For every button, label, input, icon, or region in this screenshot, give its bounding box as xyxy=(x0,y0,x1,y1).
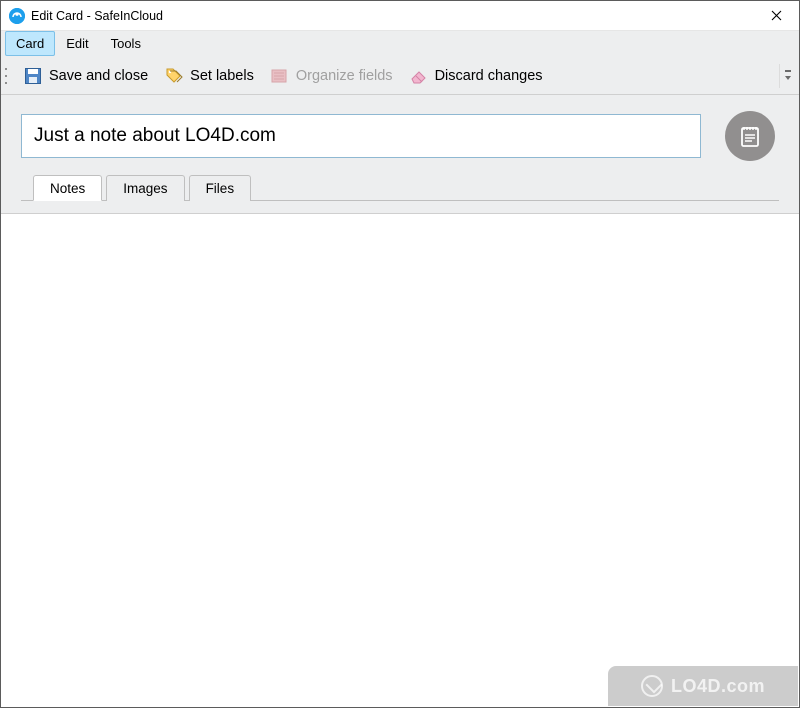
menubar: Card Edit Tools xyxy=(1,31,799,57)
toolbar-overflow-icon[interactable] xyxy=(779,64,793,88)
tab-notes[interactable]: Notes xyxy=(33,175,102,201)
titlebar-controls xyxy=(753,1,799,30)
header-panel: Notes Images Files xyxy=(1,95,799,214)
discard-changes-button[interactable]: Discard changes xyxy=(401,62,551,90)
window-title: Edit Card - SafeInCloud xyxy=(31,9,753,23)
tab-images[interactable]: Images xyxy=(106,175,184,201)
set-labels-button[interactable]: Set labels xyxy=(156,62,262,90)
set-labels-label: Set labels xyxy=(190,68,254,84)
organize-fields-button: Organize fields xyxy=(262,62,401,90)
tabs: Notes Images Files xyxy=(21,173,779,201)
close-button[interactable] xyxy=(753,2,799,30)
tags-icon xyxy=(164,66,184,86)
discard-changes-label: Discard changes xyxy=(435,68,543,84)
menu-tools[interactable]: Tools xyxy=(100,31,152,56)
save-icon xyxy=(23,66,43,86)
organize-icon xyxy=(270,66,290,86)
window: Edit Card - SafeInCloud Card Edit Tools xyxy=(0,0,800,708)
notepad-icon xyxy=(737,123,763,149)
menu-card[interactable]: Card xyxy=(5,31,55,56)
card-title-row xyxy=(21,111,779,161)
app-icon xyxy=(9,8,25,24)
menu-edit[interactable]: Edit xyxy=(55,31,99,56)
save-and-close-button[interactable]: Save and close xyxy=(15,62,156,90)
card-type-icon[interactable] xyxy=(725,111,775,161)
toolbar-grip xyxy=(5,64,11,88)
save-and-close-label: Save and close xyxy=(49,68,148,84)
tab-files[interactable]: Files xyxy=(189,175,252,201)
card-title-input[interactable] xyxy=(21,114,701,158)
notes-content[interactable] xyxy=(1,214,799,707)
organize-fields-label: Organize fields xyxy=(296,68,393,84)
toolbar: Save and close Set labels Organize field… xyxy=(1,57,799,95)
eraser-icon xyxy=(409,66,429,86)
titlebar: Edit Card - SafeInCloud xyxy=(1,1,799,31)
